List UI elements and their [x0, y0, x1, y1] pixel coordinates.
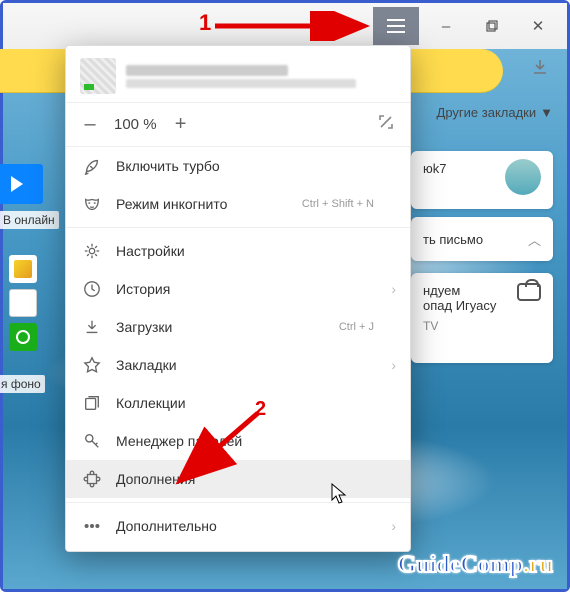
puzzle-icon: [82, 469, 102, 489]
tv-icon: [517, 283, 541, 301]
zoom-in-button[interactable]: +: [173, 113, 189, 136]
fono-label: я фоно: [0, 375, 45, 393]
menu-downloads-label: Загрузки: [116, 319, 172, 335]
online-label: В онлайн: [0, 211, 59, 229]
tile-2[interactable]: [9, 289, 37, 317]
menu-bookmarks-label: Закладки: [116, 357, 177, 373]
menu-bookmarks[interactable]: Закладки ›: [66, 346, 410, 384]
maximize-button[interactable]: [469, 11, 515, 41]
download-icon: [82, 317, 102, 337]
close-button[interactable]: ✕: [515, 11, 561, 41]
collections-icon: [82, 393, 102, 413]
menu-incognito-label: Режим инкогнито: [116, 196, 227, 212]
site-info-blurred: [126, 62, 396, 91]
menu-turbo-label: Включить турбо: [116, 158, 220, 174]
menu-separator: [66, 502, 410, 503]
chevron-up-icon: ︿: [528, 230, 541, 249]
submenu-arrow-icon: ›: [391, 518, 396, 534]
watermark-main: GuideComp: [398, 552, 523, 578]
menu-history-label: История: [116, 281, 170, 297]
site-thumb: [80, 58, 116, 94]
zoom-row: – 100 % +: [66, 103, 410, 147]
fullscreen-icon[interactable]: [378, 114, 394, 135]
mask-icon: [82, 194, 102, 214]
key-icon: [82, 431, 102, 451]
zoom-value: 100 %: [114, 116, 157, 133]
annotation-arrow-2: [173, 408, 273, 488]
annotation-arrow-1: [215, 11, 375, 41]
profile-name: юk7: [423, 161, 446, 176]
dots-icon: [82, 516, 102, 536]
cursor-icon: [331, 483, 349, 505]
submenu-arrow-icon: ›: [391, 281, 396, 297]
watermark-suffix: .ru: [523, 552, 553, 578]
watermark: GuideComp.ru: [398, 552, 553, 579]
menu-incognito[interactable]: Режим инкогнито Ctrl + Shift + N: [66, 185, 410, 223]
incognito-shortcut: Ctrl + Shift + N: [302, 198, 374, 210]
recommend-line3: TV: [423, 319, 541, 333]
other-bookmarks[interactable]: Другие закладки ▼: [437, 105, 553, 120]
gear-icon: [82, 241, 102, 261]
tile-3[interactable]: [9, 323, 37, 351]
other-bookmarks-label: Другие закладки: [437, 105, 537, 120]
downloads-icon[interactable]: [531, 58, 549, 81]
menu-button[interactable]: [373, 7, 419, 45]
zoom-out-button[interactable]: –: [82, 113, 98, 136]
menu-downloads[interactable]: Загрузки Ctrl + J: [66, 308, 410, 346]
menu-more[interactable]: Дополнительно ›: [66, 507, 410, 545]
star-icon: [82, 355, 102, 375]
annotation-1: 1: [199, 10, 211, 36]
avatar: [505, 159, 541, 195]
minimize-button[interactable]: –: [423, 11, 469, 41]
downloads-shortcut: Ctrl + J: [339, 321, 374, 333]
tile-1[interactable]: [9, 255, 37, 283]
chevron-down-icon: ▼: [540, 105, 553, 120]
menu-separator: [66, 227, 410, 228]
submenu-arrow-icon: ›: [391, 357, 396, 373]
menu-settings[interactable]: Настройки: [66, 232, 410, 270]
recommend-card[interactable]: ндуем опад Игуасу TV: [411, 273, 553, 363]
menu-settings-label: Настройки: [116, 243, 185, 259]
history-icon: [82, 279, 102, 299]
menu-history[interactable]: История ›: [66, 270, 410, 308]
play-tile[interactable]: [0, 164, 43, 204]
rocket-icon: [82, 156, 102, 176]
menu-header: [66, 46, 410, 103]
compose-card[interactable]: ть письмо ︿: [411, 217, 553, 261]
menu-more-label: Дополнительно: [116, 518, 217, 534]
profile-card[interactable]: юk7: [411, 151, 553, 209]
compose-label: ть письмо: [423, 232, 483, 247]
menu-turbo[interactable]: Включить турбо: [66, 147, 410, 185]
